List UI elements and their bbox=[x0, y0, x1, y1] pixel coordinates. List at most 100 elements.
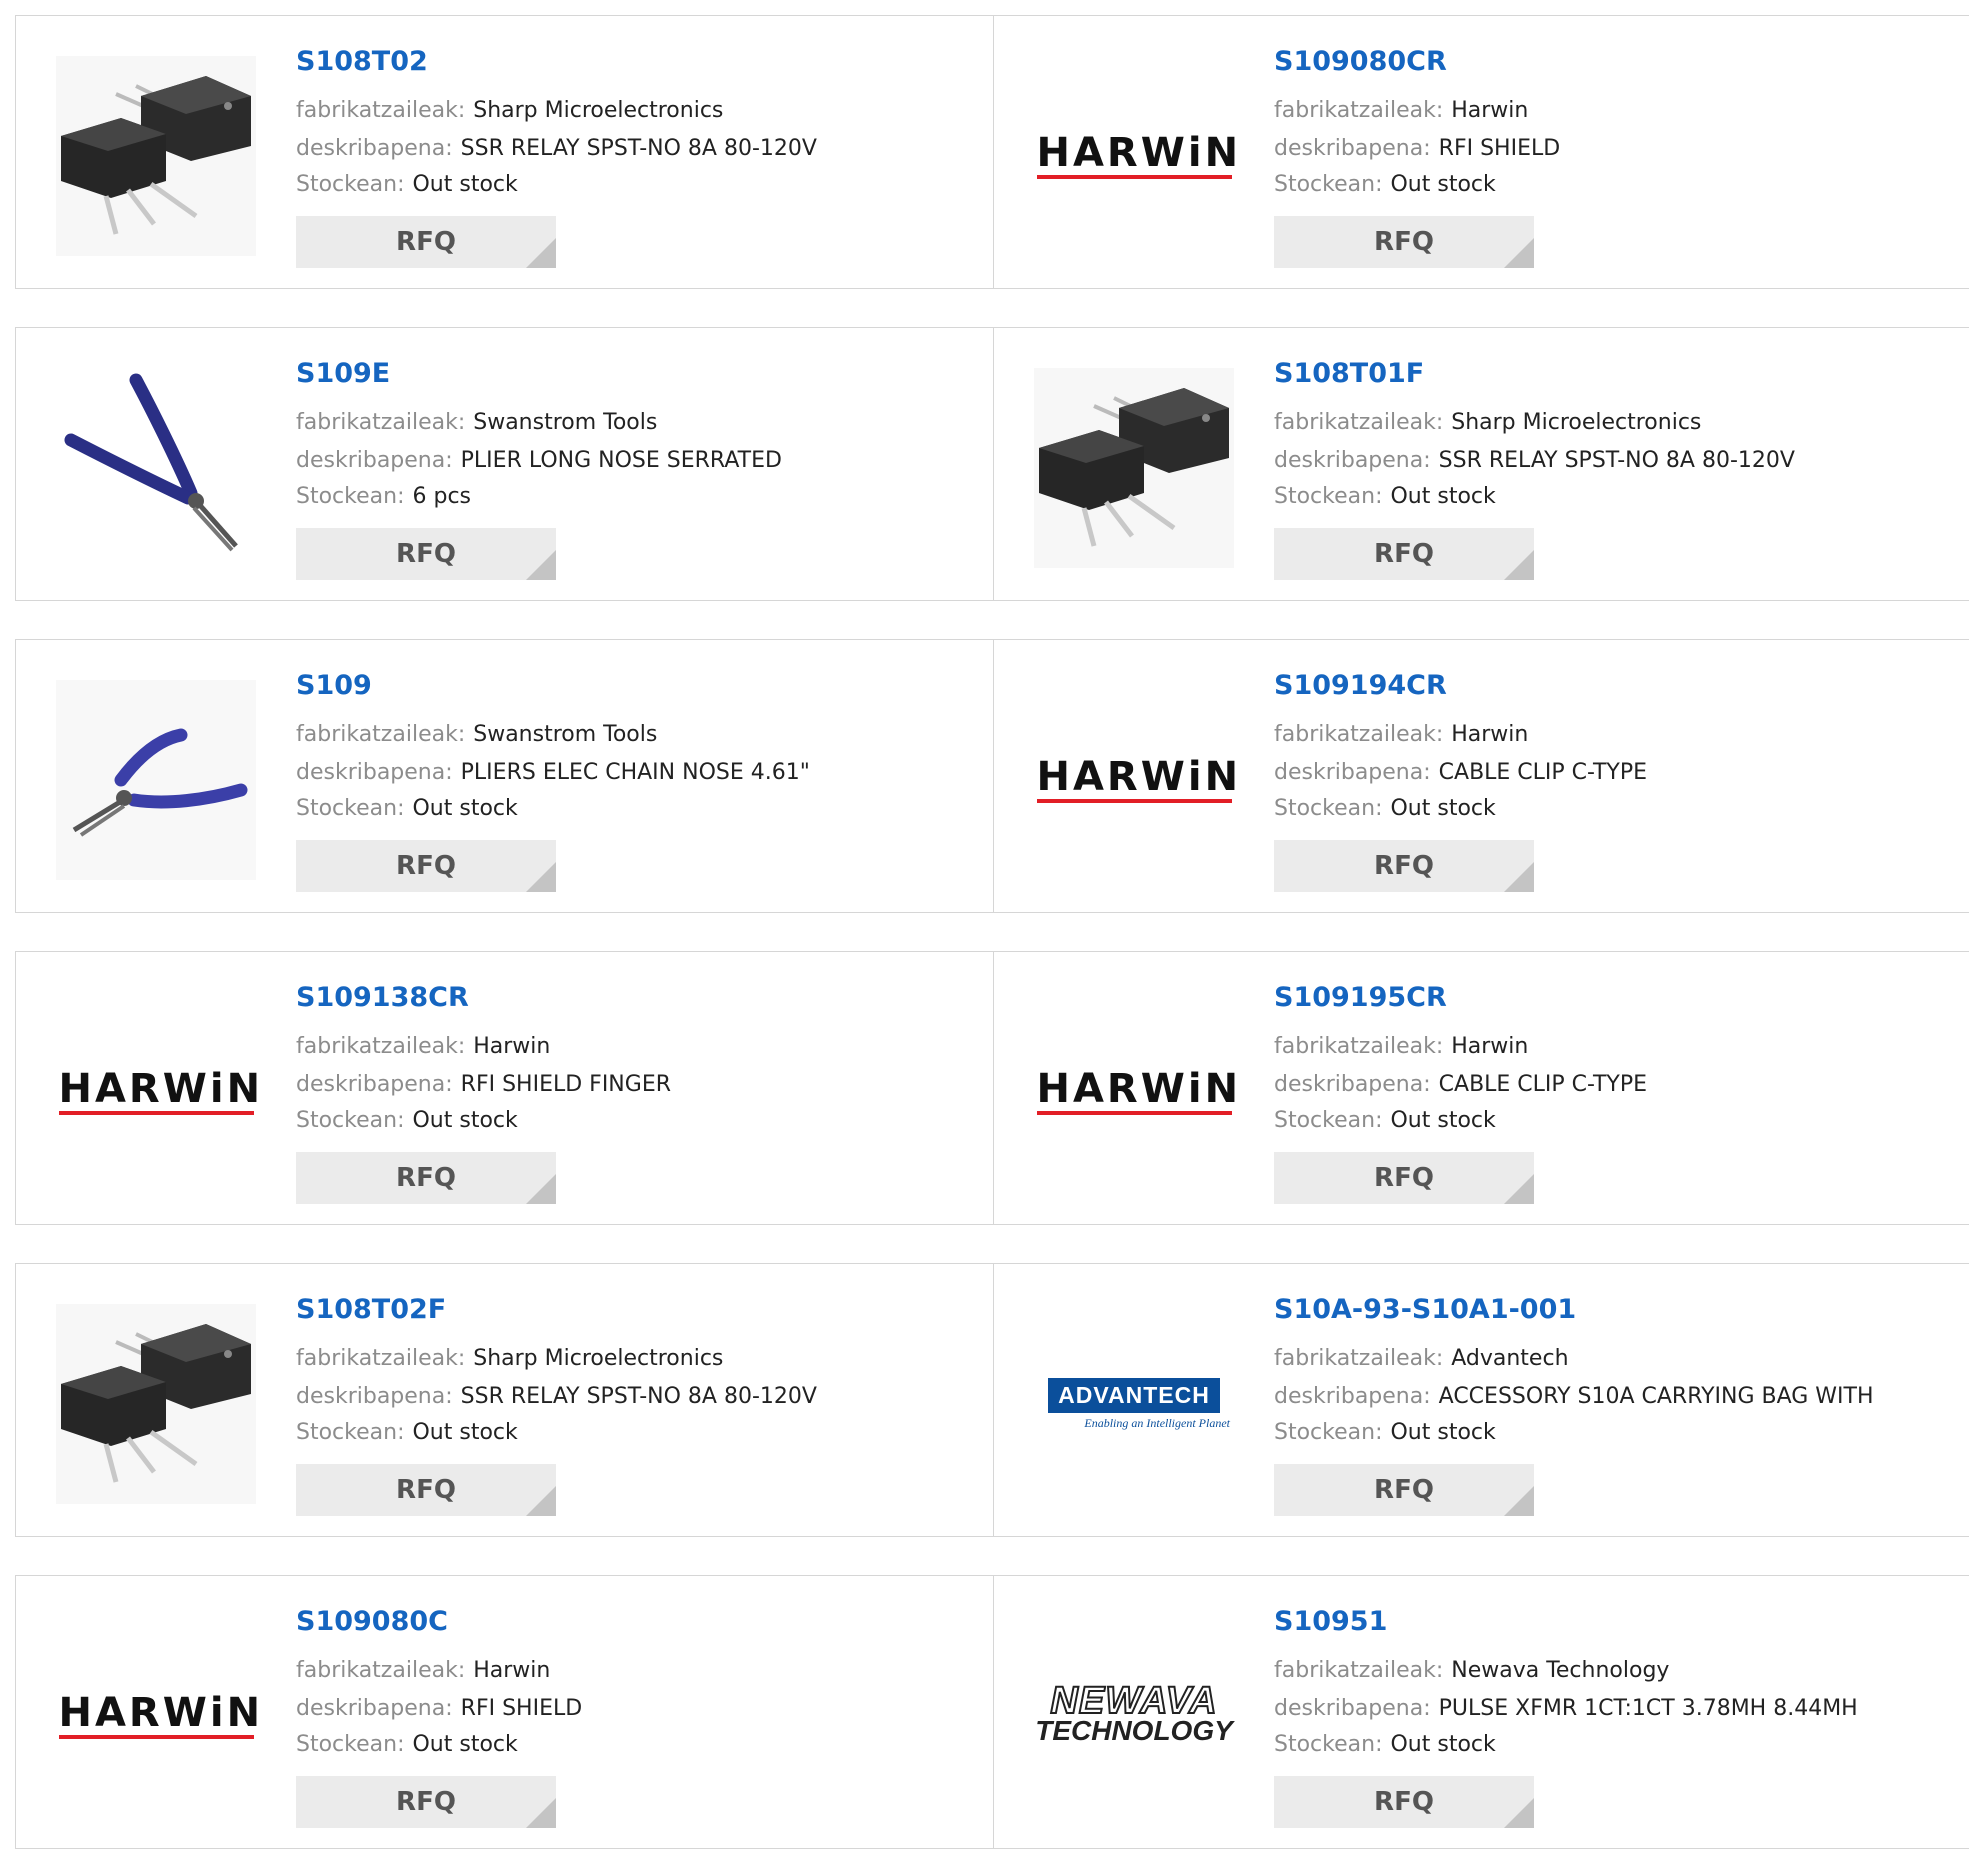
rfq-button[interactable]: RFQ bbox=[296, 840, 556, 892]
part-number-link[interactable]: S109080CR bbox=[1274, 46, 1447, 77]
rfq-button[interactable]: RFQ bbox=[1274, 840, 1534, 892]
rfq-button[interactable]: RFQ bbox=[296, 1464, 556, 1516]
product-thumbnail[interactable]: HARWiN bbox=[56, 1616, 260, 1816]
corner-fold-icon bbox=[526, 238, 556, 268]
manufacturer-label: fabrikatzaileak: bbox=[1274, 98, 1444, 123]
harwin-logo: HARWiN bbox=[1036, 133, 1238, 179]
rfq-button[interactable]: RFQ bbox=[1274, 1464, 1534, 1516]
description-value: CABLE CLIP C-TYPE bbox=[1438, 1072, 1648, 1097]
advantech-logo-text: ADVANTECH bbox=[1048, 1377, 1220, 1413]
part-number-link[interactable]: S109195CR bbox=[1274, 982, 1447, 1013]
corner-fold-icon bbox=[1504, 238, 1534, 268]
description-line: deskribapena: SSR RELAY SPST-NO 8A 80-120… bbox=[296, 1382, 817, 1412]
description-line: deskribapena: RFI SHIELD bbox=[1274, 134, 1560, 164]
manufacturer-label: fabrikatzaileak: bbox=[1274, 410, 1444, 435]
stock-label: Stockean: bbox=[1274, 1732, 1383, 1757]
rfq-label: RFQ bbox=[1374, 227, 1434, 257]
product-thumbnail[interactable]: HARWiN bbox=[1034, 680, 1238, 880]
product-row: HARWiN S109080C fabrikatzaileak: Harwin d… bbox=[15, 1575, 1969, 1849]
rfq-label: RFQ bbox=[396, 1163, 456, 1193]
manufacturer-value: Advantech bbox=[1451, 1346, 1569, 1371]
harwin-logo-text: HARWiN bbox=[58, 1066, 264, 1112]
description-line: deskribapena: SSR RELAY SPST-NO 8A 80-120… bbox=[296, 134, 817, 164]
product-thumbnail[interactable] bbox=[56, 368, 256, 568]
product-thumbnail[interactable]: HARWiN bbox=[1034, 992, 1238, 1192]
rfq-button[interactable]: RFQ bbox=[1274, 1776, 1534, 1828]
product-thumbnail[interactable]: NEWAVA TECHNOLOGY bbox=[1034, 1616, 1234, 1816]
rfq-button[interactable]: RFQ bbox=[296, 216, 556, 268]
rfq-button[interactable]: RFQ bbox=[296, 1152, 556, 1204]
harwin-logo: HARWiN bbox=[1036, 1069, 1238, 1115]
stock-line: Stockean: Out stock bbox=[1274, 794, 1496, 824]
stock-line: Stockean: Out stock bbox=[1274, 1418, 1496, 1448]
product-row: S108T02 fabrikatzaileak: Sharp Microelect… bbox=[15, 15, 1969, 289]
description-label: deskribapena: bbox=[1274, 760, 1431, 785]
newava-logo-bottom: TECHNOLOGY bbox=[1035, 1715, 1233, 1746]
stock-value: Out stock bbox=[412, 1732, 518, 1757]
advantech-tagline: Enabling an Intelligent Planet bbox=[1084, 1415, 1230, 1430]
stock-label: Stockean: bbox=[1274, 172, 1383, 197]
product-thumbnail[interactable]: ADVANTECH Enabling an Intelligent Planet bbox=[1034, 1304, 1234, 1504]
stock-line: Stockean: Out stock bbox=[296, 794, 518, 824]
manufacturer-line: fabrikatzaileak: Harwin bbox=[1274, 1032, 1528, 1062]
rfq-label: RFQ bbox=[1374, 1163, 1434, 1193]
product-thumbnail[interactable] bbox=[1034, 368, 1234, 568]
rfq-label: RFQ bbox=[1374, 1475, 1434, 1505]
description-line: deskribapena: ACCESSORY S10A CARRYING BAG… bbox=[1274, 1382, 1874, 1412]
description-value: SSR RELAY SPST-NO 8A 80-120V bbox=[460, 136, 817, 161]
manufacturer-line: fabrikatzaileak: Newava Technology bbox=[1274, 1656, 1669, 1686]
description-value: RFI SHIELD FINGER bbox=[460, 1072, 671, 1097]
description-line: deskribapena: PLIER LONG NOSE SERRATED bbox=[296, 446, 782, 476]
corner-fold-icon bbox=[1504, 1486, 1534, 1516]
part-number-link[interactable]: S10951 bbox=[1274, 1606, 1387, 1637]
description-line: deskribapena: PULSE XFMR 1CT:1CT 3.78MH 8… bbox=[1274, 1694, 1858, 1724]
rfq-button[interactable]: RFQ bbox=[296, 1776, 556, 1828]
product-thumbnail[interactable]: HARWiN bbox=[1034, 56, 1238, 256]
part-number-link[interactable]: S108T02F bbox=[296, 1294, 446, 1325]
stock-line: Stockean: Out stock bbox=[296, 1730, 518, 1760]
description-value: RFI SHIELD bbox=[460, 1696, 583, 1721]
manufacturer-label: fabrikatzaileak: bbox=[1274, 1034, 1444, 1059]
part-number-link[interactable]: S108T02 bbox=[296, 46, 428, 77]
description-line: deskribapena: CABLE CLIP C-TYPE bbox=[1274, 758, 1647, 788]
part-number-link[interactable]: S109138CR bbox=[296, 982, 469, 1013]
product-card: HARWiN S109080C fabrikatzaileak: Harwin d… bbox=[15, 1575, 994, 1849]
rfq-button[interactable]: RFQ bbox=[1274, 528, 1534, 580]
rfq-button[interactable]: RFQ bbox=[1274, 216, 1534, 268]
part-number-link[interactable]: S109 bbox=[296, 670, 372, 701]
manufacturer-line: fabrikatzaileak: Harwin bbox=[296, 1656, 550, 1686]
stock-label: Stockean: bbox=[296, 1108, 405, 1133]
product-thumbnail[interactable]: HARWiN bbox=[56, 992, 264, 1192]
rfq-button[interactable]: RFQ bbox=[1274, 1152, 1534, 1204]
product-thumbnail[interactable] bbox=[56, 1304, 256, 1504]
description-value: ACCESSORY S10A CARRYING BAG WITH bbox=[1438, 1384, 1874, 1409]
corner-fold-icon bbox=[1504, 1798, 1534, 1828]
part-number-link[interactable]: S10A-93-S10A1-001 bbox=[1274, 1294, 1576, 1325]
manufacturer-label: fabrikatzaileak: bbox=[296, 1034, 466, 1059]
newava-logo: NEWAVA TECHNOLOGY bbox=[1034, 1681, 1234, 1746]
manufacturer-label: fabrikatzaileak: bbox=[296, 1346, 466, 1371]
part-number-link[interactable]: S109E bbox=[296, 358, 390, 389]
part-number-link[interactable]: S109080C bbox=[296, 1606, 448, 1637]
product-card: S108T02F fabrikatzaileak: Sharp Microelec… bbox=[15, 1263, 994, 1537]
product-thumbnail[interactable] bbox=[56, 56, 256, 256]
harwin-logo: HARWiN bbox=[58, 1693, 260, 1739]
manufacturer-line: fabrikatzaileak: Sharp Microelectronics bbox=[1274, 408, 1701, 438]
rfq-label: RFQ bbox=[1374, 1787, 1434, 1817]
manufacturer-line: fabrikatzaileak: Swanstrom Tools bbox=[296, 408, 657, 438]
part-number-link[interactable]: S108T01F bbox=[1274, 358, 1424, 389]
product-card: ADVANTECH Enabling an Intelligent Planet … bbox=[993, 1263, 1969, 1537]
manufacturer-line: fabrikatzaileak: Harwin bbox=[1274, 96, 1528, 126]
description-label: deskribapena: bbox=[1274, 136, 1431, 161]
stock-value: Out stock bbox=[412, 172, 518, 197]
stock-label: Stockean: bbox=[1274, 796, 1383, 821]
corner-fold-icon bbox=[526, 1486, 556, 1516]
description-label: deskribapena: bbox=[1274, 1384, 1431, 1409]
manufacturer-value: Harwin bbox=[473, 1034, 551, 1059]
rfq-button[interactable]: RFQ bbox=[296, 528, 556, 580]
stock-value: Out stock bbox=[1390, 1420, 1496, 1445]
product-thumbnail[interactable] bbox=[56, 680, 256, 880]
rfq-label: RFQ bbox=[396, 539, 456, 569]
plier-chain-nose-image bbox=[56, 680, 256, 880]
part-number-link[interactable]: S109194CR bbox=[1274, 670, 1447, 701]
